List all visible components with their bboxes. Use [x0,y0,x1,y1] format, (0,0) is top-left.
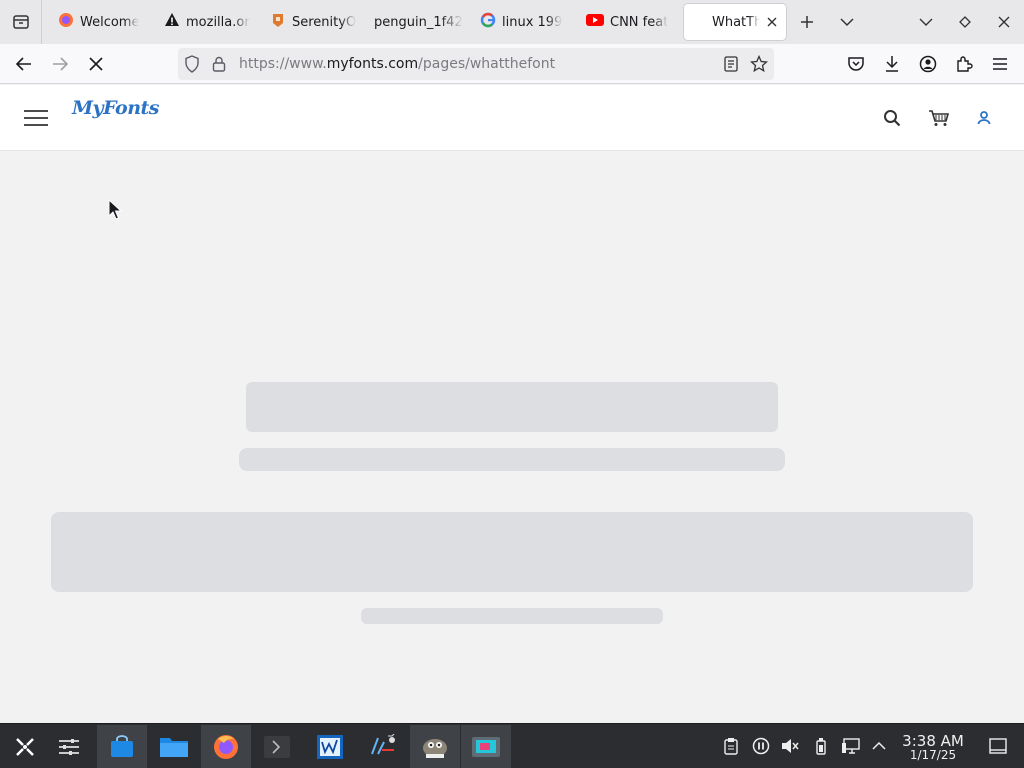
close-window-icon[interactable] [994,12,1014,32]
back-icon[interactable] [14,54,34,74]
terminal-icon[interactable] [252,725,302,768]
battery-usb-icon[interactable] [811,736,831,756]
navigation-toolbar: https://www.myfonts.com/pages/whatthefon… [0,44,1024,84]
cart-icon[interactable] [928,107,950,129]
presentation-icon[interactable] [461,725,511,768]
page-content-loading [0,152,1024,723]
tab-welcome[interactable]: Welcome [46,4,150,40]
tab-title: CNN feat [610,14,669,30]
search-icon[interactable] [881,107,903,129]
skeleton-caption [361,608,663,624]
url-text[interactable]: https://www.myfonts.com/pages/whatthefon… [239,56,555,72]
gimp-icon[interactable] [410,725,460,768]
media-pause-icon[interactable] [751,736,771,756]
tab-overview-icon [12,15,29,29]
stop-loading-icon[interactable] [86,54,106,74]
downloads-icon[interactable] [882,54,902,74]
tab-title: mozilla.or [186,14,250,30]
firefox-icon[interactable] [201,725,251,768]
url-domain: myfonts.com [326,56,419,72]
clipboard-icon[interactable] [721,736,741,756]
site-menu-icon[interactable] [24,109,48,131]
maximize-icon[interactable] [955,12,975,32]
extensions-icon[interactable] [954,54,974,74]
minimize-chevron-icon[interactable] [916,12,936,32]
tray-expand-icon[interactable] [869,736,889,756]
bookmark-star-icon[interactable] [749,54,769,77]
network-icon[interactable] [841,736,861,756]
monitor-icon[interactable] [305,725,355,768]
pocket-icon[interactable] [846,54,866,74]
tab-strip: Welcome mozilla.or SerenityO penguin_1f4… [0,0,1024,44]
tab-serenity[interactable]: SerenityO [258,4,362,40]
files-icon[interactable] [149,725,199,768]
account-icon[interactable] [918,54,938,74]
warning-icon [164,12,180,32]
close-tab-icon[interactable] [764,14,780,30]
menu-hamburger-icon[interactable] [990,54,1010,74]
tab-cnn[interactable]: CNN feat [574,4,678,40]
tab-overview-button[interactable] [0,0,42,44]
skeleton-subtitle [239,448,785,471]
tab-title: linux 199 [502,14,563,30]
serenity-icon [270,12,286,32]
store-icon[interactable] [97,725,147,768]
tab-title: SerenityO [292,14,357,30]
taskbar: 3:38 AM 1/17/25 [0,723,1024,768]
youtube-icon [586,13,604,31]
tab-linux[interactable]: linux 199 [468,4,572,40]
lock-icon[interactable] [212,56,226,76]
clock-date[interactable]: 1/17/25 [898,748,968,762]
forward-icon[interactable] [50,54,70,74]
tab-penguin[interactable]: penguin_1f42 [362,4,468,40]
new-tab-icon[interactable] [797,12,817,32]
settings-icon[interactable] [44,725,94,768]
reader-view-icon[interactable] [724,56,738,76]
shield-icon[interactable] [184,55,200,77]
show-desktop-icon[interactable] [988,736,1008,756]
skeleton-title [246,382,778,432]
firefox-icon [58,12,74,32]
url-path: /pages/whatthefont [418,56,556,72]
address-bar[interactable]: https://www.myfonts.com/pages/whatthefon… [178,48,774,80]
tab-title: WhatTh [712,14,760,30]
myfonts-logo[interactable]: MyFonts [72,97,159,119]
list-all-tabs-icon[interactable] [837,12,857,32]
tab-whatthefont[interactable]: WhatTh [684,4,786,40]
volume-muted-icon[interactable] [780,736,800,756]
mouse-cursor-icon [108,199,122,220]
google-icon [480,12,496,32]
site-header: MyFonts [0,85,1024,151]
tab-title: Welcome [80,14,140,30]
launcher-icon[interactable] [0,725,50,768]
skeleton-upload-area [51,512,973,592]
tab-title: penguin_1f42 [374,14,463,30]
audio-icon[interactable] [358,725,408,768]
tab-mozilla[interactable]: mozilla.or [152,4,256,40]
user-account-icon[interactable] [973,107,995,129]
url-prefix: https://www. [239,56,327,72]
